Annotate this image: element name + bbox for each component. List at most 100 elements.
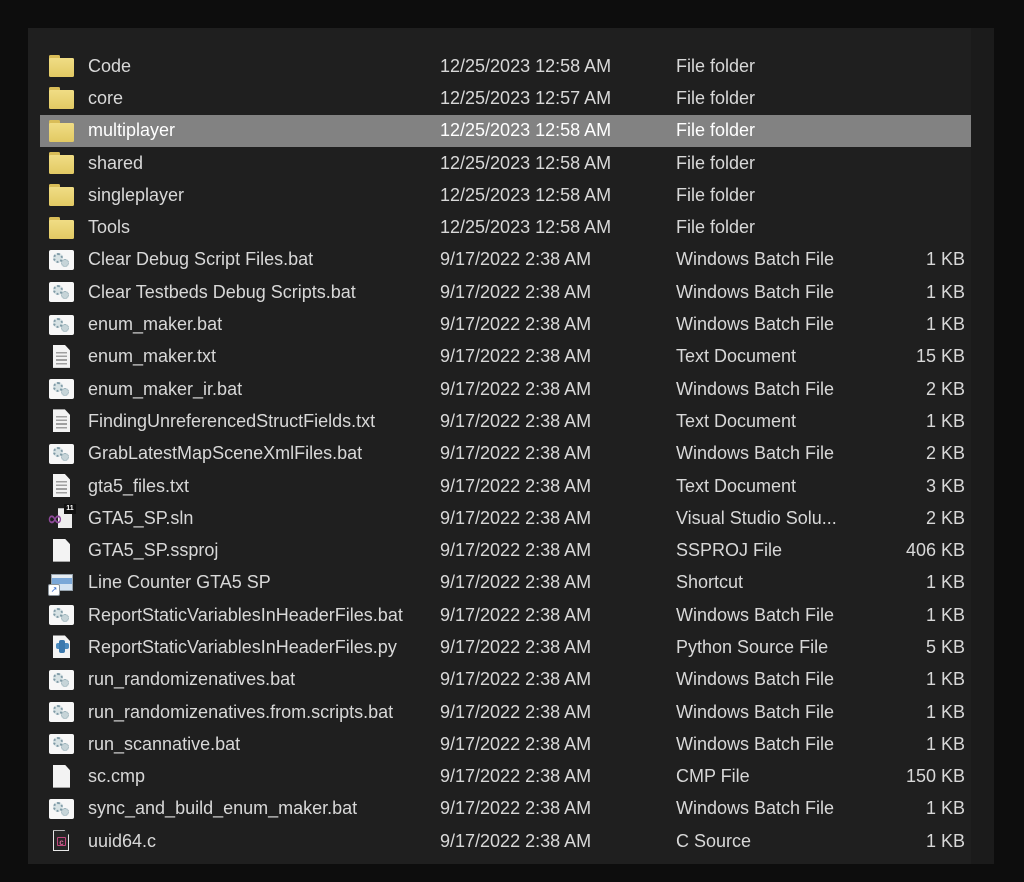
file-row[interactable]: enum_maker.txt 9/17/2022 2:38 AM Text Do… [40,341,971,373]
file-name: enum_maker.txt [88,346,217,367]
file-name: enum_maker_ir.bat [88,378,243,399]
file-type: Python Source File [676,636,829,657]
windows-batch-icon [48,795,76,823]
icon-badge: 11 [64,504,76,515]
folder-icon [48,117,76,145]
file-size: 15 KB [915,346,965,367]
file-type: Windows Batch File [676,701,835,722]
file-name: core [88,87,124,108]
file-size: 1 KB [925,830,965,851]
file-row[interactable]: ReportStaticVariablesInHeaderFiles.bat 9… [40,599,971,631]
file-type: Windows Batch File [676,249,835,270]
folder-icon [48,52,76,80]
file-row[interactable]: run_scannative.bat 9/17/2022 2:38 AM Win… [40,728,971,760]
file-row[interactable]: uuid64.c 9/17/2022 2:38 AM C Source 1 KB [40,825,971,857]
file-size: 1 KB [925,701,965,722]
folder-icon [48,181,76,209]
file-size: 1 KB [925,733,965,754]
file-size: 1 KB [925,314,965,335]
file-row[interactable]: GrabLatestMapSceneXmlFiles.bat 9/17/2022… [40,438,971,470]
file-size: 1 KB [925,410,965,431]
file-size: 1 KB [925,604,965,625]
file-row[interactable]: FindingUnreferencedStructFields.txt 9/17… [40,405,971,437]
c-source-icon [48,827,76,855]
date-modified: 9/17/2022 2:38 AM [440,378,592,399]
date-modified: 9/17/2022 2:38 AM [440,572,592,593]
file-name: Clear Testbeds Debug Scripts.bat [88,281,356,302]
file-size: 2 KB [925,507,965,528]
date-modified: 9/17/2022 2:38 AM [440,249,592,270]
file-type: File folder [676,55,756,76]
file-name: run_randomizenatives.bat [88,669,296,690]
file-name: GrabLatestMapSceneXmlFiles.bat [88,443,363,464]
date-modified: 9/17/2022 2:38 AM [440,540,592,561]
date-modified: 9/17/2022 2:38 AM [440,701,592,722]
file-name: GTA5_SP.ssproj [88,540,219,561]
date-modified: 9/17/2022 2:38 AM [440,346,592,367]
file-type: File folder [676,120,756,141]
file-size: 2 KB [925,378,965,399]
file-name: ReportStaticVariablesInHeaderFiles.bat [88,604,403,625]
file-size: 1 KB [925,669,965,690]
python-icon [48,633,76,661]
file-size: 1 KB [925,798,965,819]
file-row[interactable]: sc.cmp 9/17/2022 2:38 AM CMP File 150 KB [40,761,971,793]
file-row[interactable]: singleplayer 12/25/2023 12:58 AM File fo… [40,179,971,211]
file-type: Windows Batch File [676,281,835,302]
file-size: 1 KB [925,281,965,302]
file-name: singleplayer [88,184,185,205]
file-row[interactable]: enum_maker_ir.bat 9/17/2022 2:38 AM Wind… [40,373,971,405]
text-document-icon [48,343,76,371]
explorer-window: Code 12/25/2023 12:58 AM File folder cor… [0,0,1024,882]
file-row[interactable]: Line Counter GTA5 SP 9/17/2022 2:38 AM S… [40,567,971,599]
file-name: sc.cmp [88,766,146,787]
file-row[interactable]: multiplayer 12/25/2023 12:58 AM File fol… [40,114,971,147]
file-row[interactable]: Clear Debug Script Files.bat 9/17/2022 2… [40,244,971,276]
date-modified: 9/17/2022 2:38 AM [440,636,592,657]
generic-file-icon [48,537,76,565]
file-row[interactable]: Tools 12/25/2023 12:58 AM File folder [40,211,971,243]
date-modified: 9/17/2022 2:38 AM [440,766,592,787]
scrollbar-gutter[interactable] [971,28,994,864]
visual-studio-solution-icon: 11 [47,504,76,532]
file-row[interactable]: shared 12/25/2023 12:58 AM File folder [40,147,971,179]
text-document-icon [48,407,76,435]
file-type: File folder [676,87,756,108]
file-name: ReportStaticVariablesInHeaderFiles.py [88,636,397,657]
date-modified: 12/25/2023 12:58 AM [440,120,612,141]
file-name: enum_maker.bat [88,314,223,335]
file-type: File folder [676,217,756,238]
file-row[interactable]: sync_and_build_enum_maker.bat 9/17/2022 … [40,793,971,825]
file-row[interactable]: GTA5_SP.ssproj 9/17/2022 2:38 AM SSPROJ … [40,534,971,566]
file-type: Windows Batch File [676,443,835,464]
file-row[interactable]: 11 GTA5_SP.sln 9/17/2022 2:38 AM Visual … [40,502,971,534]
file-size: 150 KB [905,766,965,787]
generic-file-icon [48,763,76,791]
file-name: Code [88,55,132,76]
file-type: Windows Batch File [676,669,835,690]
file-type: Windows Batch File [676,604,835,625]
file-row[interactable]: run_randomizenatives.from.scripts.bat 9/… [40,696,971,728]
windows-batch-icon [48,666,76,694]
file-row[interactable]: Code 12/25/2023 12:58 AM File folder [40,50,971,82]
folder-icon [48,214,76,242]
file-row[interactable]: run_randomizenatives.bat 9/17/2022 2:38 … [40,664,971,696]
file-type: Windows Batch File [676,733,835,754]
file-row[interactable]: enum_maker.bat 9/17/2022 2:38 AM Windows… [40,308,971,340]
windows-batch-icon [48,730,76,758]
date-modified: 9/17/2022 2:38 AM [440,314,592,335]
date-modified: 9/17/2022 2:38 AM [440,669,592,690]
file-row[interactable]: Clear Testbeds Debug Scripts.bat 9/17/20… [40,276,971,308]
file-type: File folder [676,184,756,205]
file-row[interactable]: gta5_files.txt 9/17/2022 2:38 AM Text Do… [40,470,971,502]
date-modified: 9/17/2022 2:38 AM [440,830,592,851]
file-name: Line Counter GTA5 SP [88,572,271,593]
windows-batch-icon [48,440,76,468]
windows-batch-icon [48,278,76,306]
file-row[interactable]: core 12/25/2023 12:57 AM File folder [40,82,971,114]
file-row[interactable]: ReportStaticVariablesInHeaderFiles.py 9/… [40,631,971,663]
date-modified: 9/17/2022 2:38 AM [440,733,592,754]
file-name: Clear Debug Script Files.bat [88,249,314,270]
file-type: Windows Batch File [676,798,835,819]
file-size: 3 KB [925,475,965,496]
